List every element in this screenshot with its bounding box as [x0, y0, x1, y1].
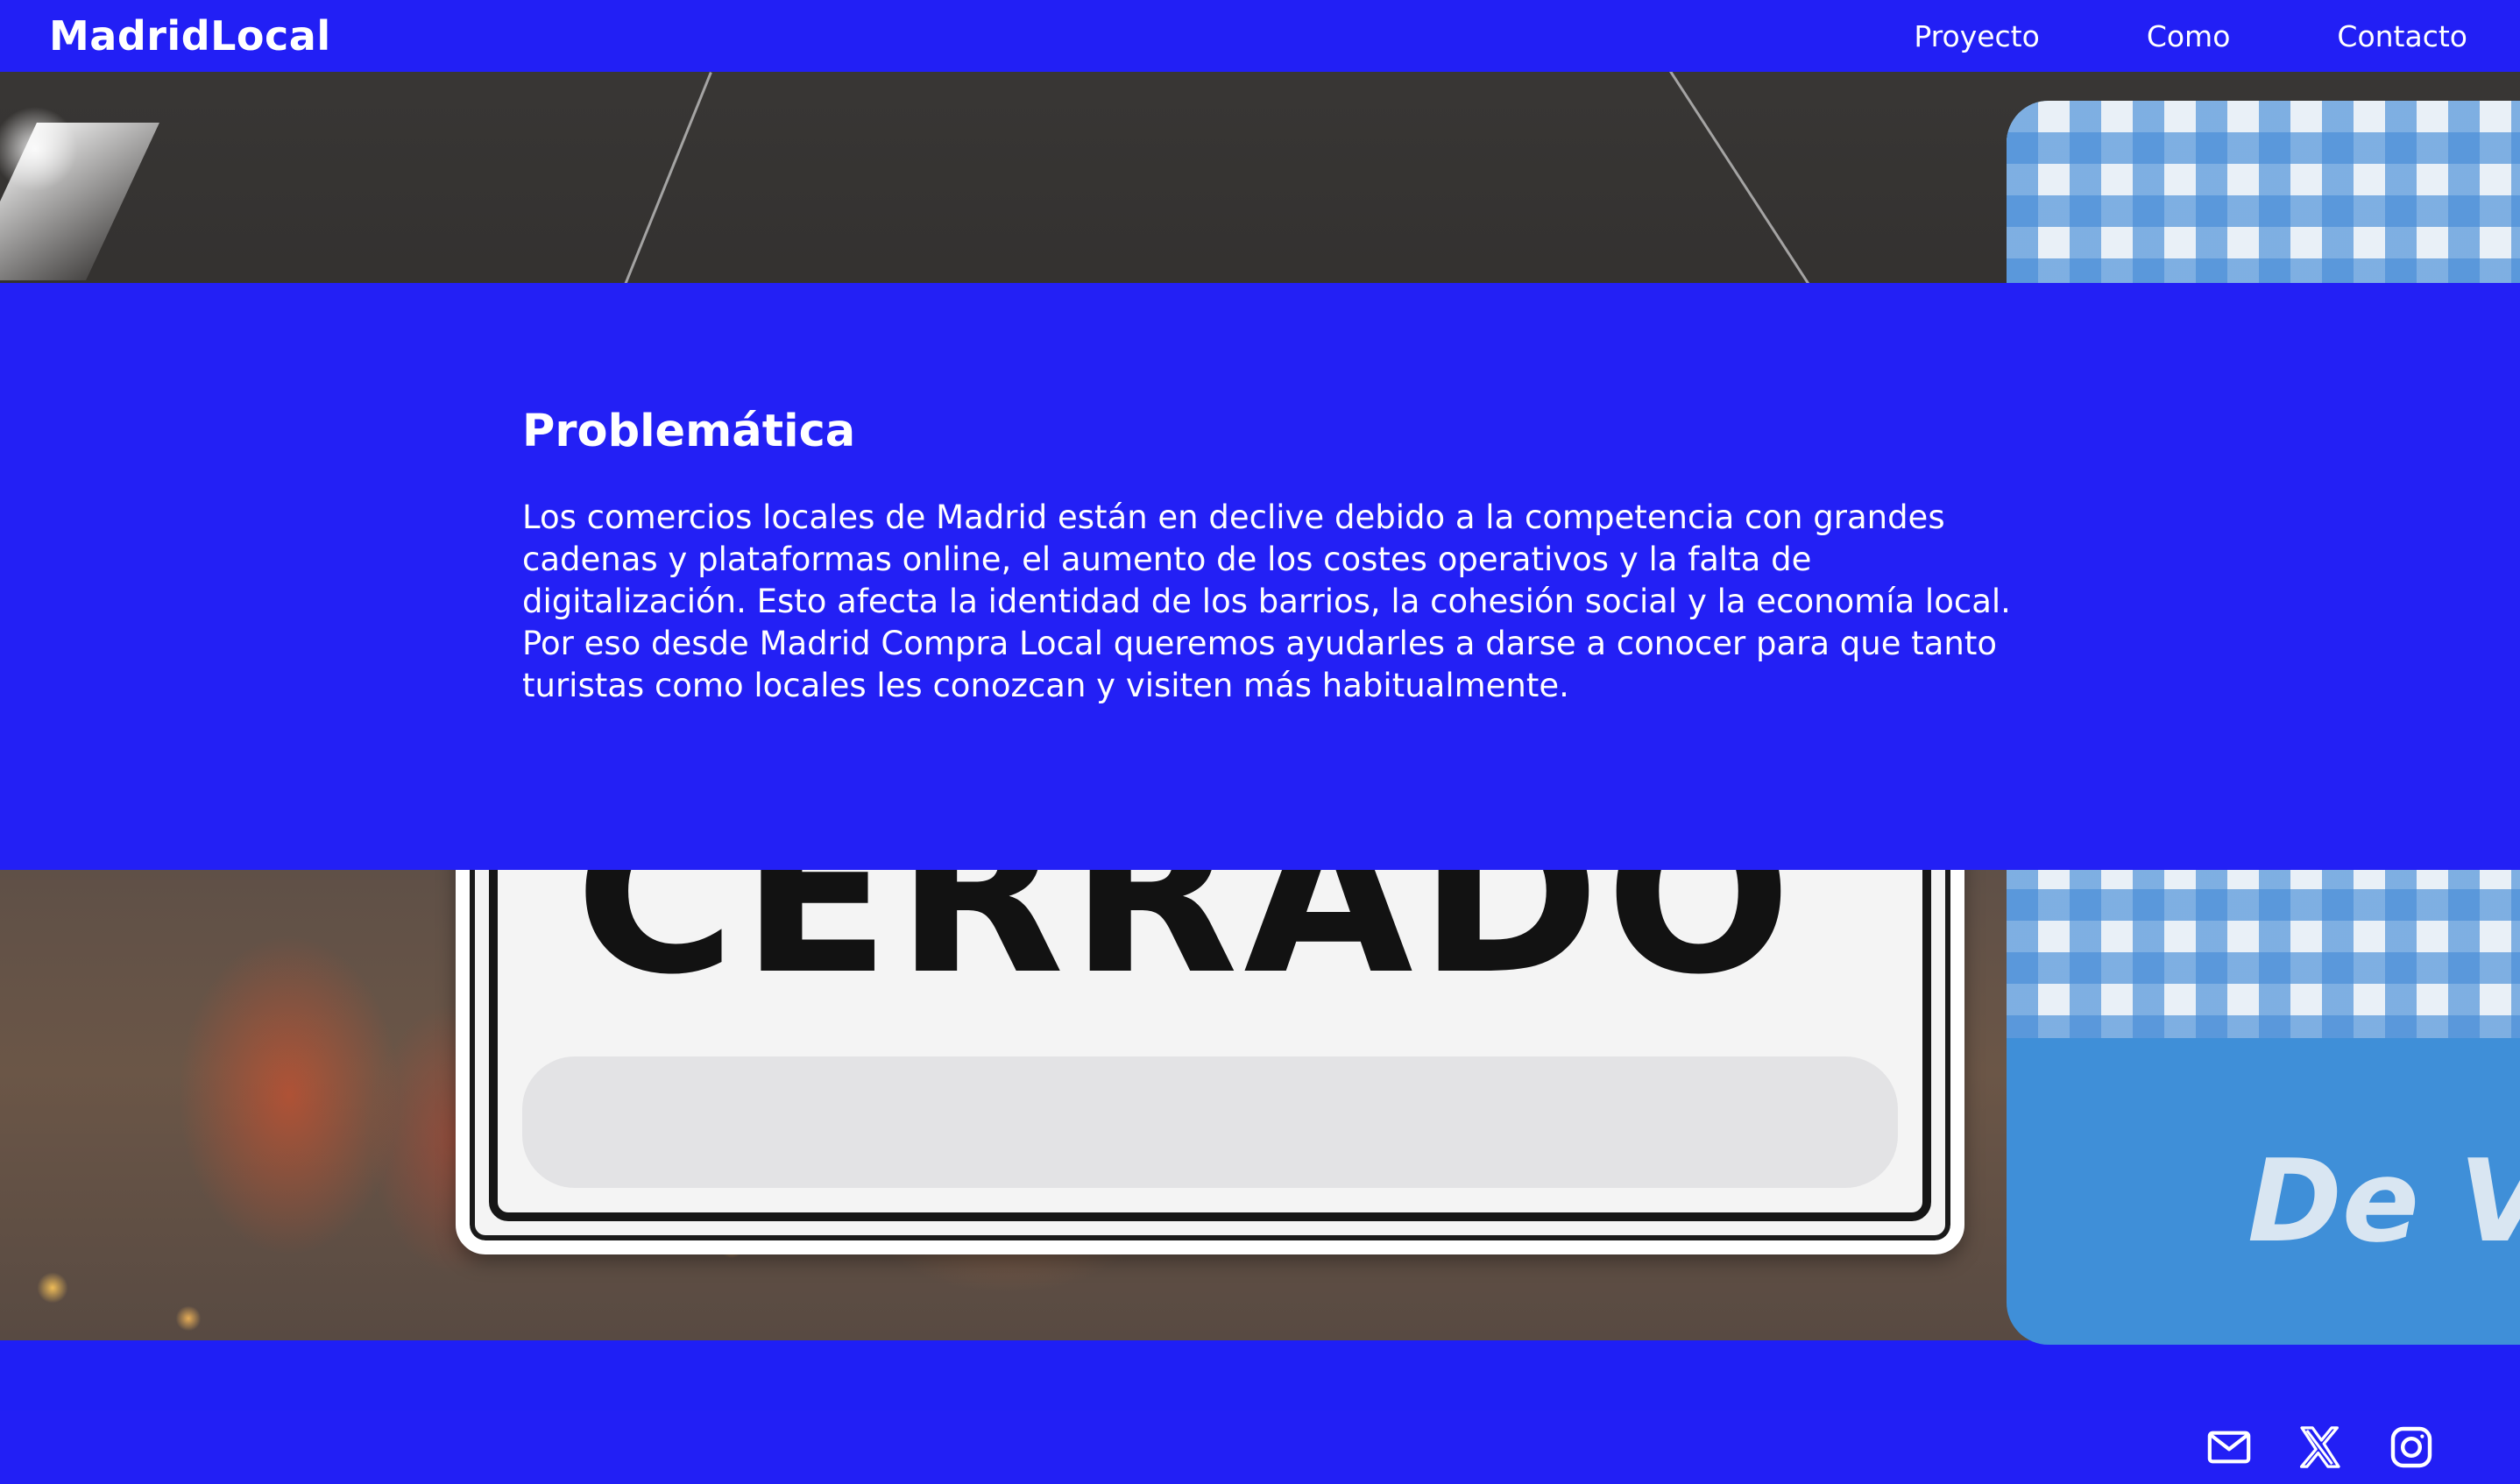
closed-sign: CERRADO — [456, 870, 1964, 1254]
closed-sign-text: CERRADO — [575, 870, 1797, 1022]
sign-string-right — [1669, 72, 2015, 283]
opening-hours-badge-lower: De V — [2007, 870, 2520, 1345]
social-links — [2205, 1423, 2436, 1472]
sign-string-left — [473, 72, 712, 283]
shop-window-scene — [0, 72, 2520, 283]
shop-window-scene-lower: CERRADO De V — [0, 870, 2520, 1345]
section-title: Problemática — [522, 406, 856, 457]
top-navbar: MadridLocal Proyecto Como Contacto — [0, 0, 2520, 72]
problem-section: Problemática Los comercios locales de Ma… — [0, 283, 2520, 870]
badge-gingham-pattern-lower — [2007, 870, 2520, 1038]
closed-sign-blurred-area — [522, 1056, 1898, 1188]
opening-hours-badge — [2007, 101, 2520, 283]
nav-link-contacto[interactable]: Contacto — [2337, 19, 2467, 53]
mail-link[interactable] — [2205, 1423, 2254, 1472]
hero-photo-top — [0, 72, 2520, 283]
x-link[interactable] — [2296, 1423, 2345, 1472]
section-body: Los comercios locales de Madrid están en… — [522, 498, 2011, 704]
nav-link-como[interactable]: Como — [2147, 19, 2231, 53]
badge-gingham-pattern — [2007, 101, 2520, 283]
instagram-icon — [2390, 1426, 2432, 1468]
main-nav: Proyecto Como Contacto — [1914, 19, 2467, 53]
badge-text: De V — [2247, 1134, 2520, 1268]
footer — [0, 1410, 2520, 1484]
nav-link-proyecto[interactable]: Proyecto — [1914, 19, 2039, 53]
x-icon — [2299, 1426, 2340, 1468]
mail-icon — [2207, 1431, 2251, 1464]
brand-logo[interactable]: MadridLocal — [49, 12, 331, 60]
window-glare — [0, 123, 159, 280]
instagram-link[interactable] — [2387, 1423, 2436, 1472]
page: MadridLocal Proyecto Como Contacto Probl… — [0, 0, 2520, 1484]
hero-photo-bottom: CERRADO De V — [0, 870, 2520, 1410]
